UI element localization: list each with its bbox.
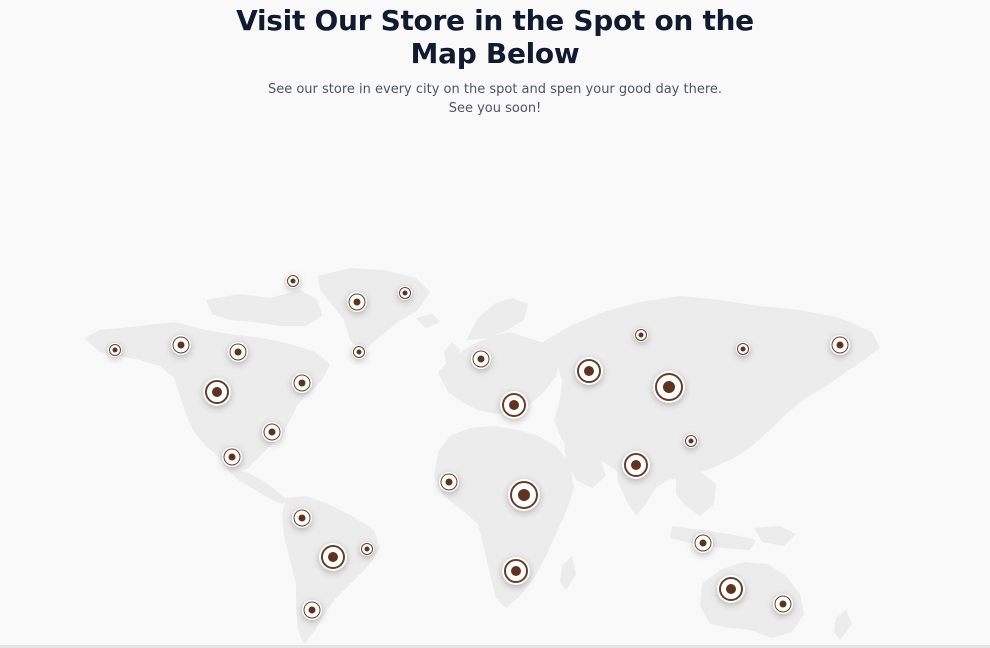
southeast-asia-shape bbox=[676, 472, 716, 516]
store-pin-colombia[interactable] bbox=[292, 508, 312, 528]
store-pin-western-usa[interactable] bbox=[203, 378, 231, 406]
scandinavia-shape bbox=[466, 298, 528, 340]
store-pin-hudson-bay[interactable] bbox=[228, 342, 248, 362]
madagascar-shape bbox=[560, 556, 576, 590]
store-pin-arctic-russia[interactable] bbox=[634, 328, 648, 342]
continents bbox=[84, 268, 880, 644]
store-pin-western-russia[interactable] bbox=[575, 357, 603, 385]
store-pin-mexico[interactable] bbox=[222, 447, 242, 467]
store-pin-eastern-australia[interactable] bbox=[773, 594, 793, 614]
store-pin-alaska[interactable] bbox=[108, 343, 122, 357]
arctic-islands-shape bbox=[206, 290, 322, 326]
store-pin-argentina[interactable] bbox=[302, 600, 322, 620]
store-pin-scandinavia[interactable] bbox=[471, 349, 491, 369]
store-pin-central-africa[interactable] bbox=[508, 479, 540, 511]
store-pin-western-australia[interactable] bbox=[717, 575, 745, 603]
store-pin-central-europe[interactable] bbox=[500, 391, 528, 419]
store-pin-arctic-canada[interactable] bbox=[286, 274, 300, 288]
store-pin-greenland-east[interactable] bbox=[398, 286, 412, 300]
store-pin-southern-africa[interactable] bbox=[502, 557, 530, 585]
store-pin-india[interactable] bbox=[622, 451, 650, 479]
indonesia-shape bbox=[670, 526, 756, 550]
store-pin-greenland-south[interactable] bbox=[352, 345, 366, 359]
store-pin-eastern-brazil[interactable] bbox=[360, 542, 374, 556]
new-guinea-shape bbox=[754, 526, 796, 546]
store-pin-greenland-west[interactable] bbox=[347, 292, 367, 312]
new-zealand-shape bbox=[834, 610, 852, 640]
section-subtitle: See our store in every city on the spot … bbox=[267, 82, 723, 116]
store-pin-far-east-russia[interactable] bbox=[830, 335, 850, 355]
section-title: Visit Our Store in the Spot on the Map B… bbox=[236, 4, 754, 70]
store-pin-indonesia[interactable] bbox=[693, 533, 713, 553]
store-pin-siberia[interactable] bbox=[653, 371, 685, 403]
greenland-shape bbox=[318, 268, 430, 352]
store-pin-china[interactable] bbox=[684, 434, 698, 448]
store-pin-eastern-siberia[interactable] bbox=[736, 342, 750, 356]
store-pin-brazil[interactable] bbox=[319, 543, 347, 571]
store-pin-northwest-canada[interactable] bbox=[171, 335, 191, 355]
store-locator-header: Visit Our Store in the Spot on the Map B… bbox=[0, 0, 990, 118]
store-pin-west-africa[interactable] bbox=[439, 472, 459, 492]
central-america-shape bbox=[228, 470, 288, 504]
store-pin-eastern-canada[interactable] bbox=[292, 373, 312, 393]
iceland-shape bbox=[416, 314, 440, 328]
store-pin-eastern-usa[interactable] bbox=[262, 422, 282, 442]
africa-shape bbox=[434, 426, 574, 608]
